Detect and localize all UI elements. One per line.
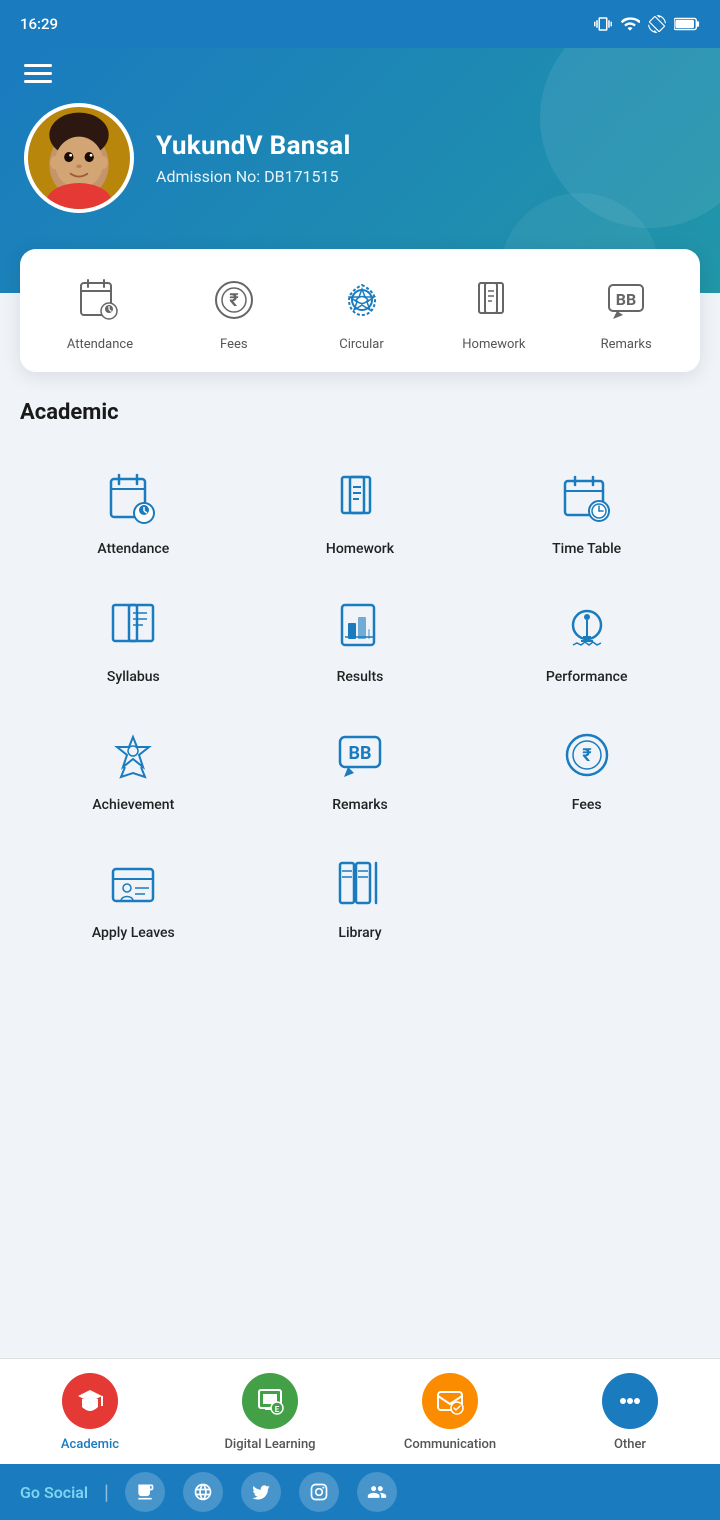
grid-empty	[473, 833, 700, 961]
menu-button[interactable]	[24, 64, 52, 83]
results-label: Results	[337, 669, 384, 685]
quick-remarks[interactable]: BB Remarks	[599, 273, 653, 352]
svg-text:BB: BB	[616, 290, 636, 309]
go-social-divider: |	[104, 1480, 109, 1504]
nav-academic[interactable]: Academic	[0, 1359, 180, 1464]
grid-fees[interactable]: ₹ Fees	[473, 705, 700, 833]
homework-icon	[330, 469, 390, 529]
timetable-label: Time Table	[552, 541, 621, 557]
syllabus-icon	[103, 597, 163, 657]
grid-performance[interactable]: Performance	[473, 577, 700, 705]
social-people-btn[interactable]	[357, 1472, 397, 1512]
library-label: Library	[338, 925, 381, 941]
profile-section: YukundV Bansal Admission No: DB171515	[24, 103, 696, 213]
go-social-bar: Go Social |	[0, 1464, 720, 1520]
achievement-icon	[103, 725, 163, 785]
quick-circular[interactable]: Circular	[335, 273, 389, 352]
vibrate-icon	[594, 15, 612, 33]
profile-info: YukundV Bansal Admission No: DB171515	[156, 131, 351, 186]
grid-syllabus[interactable]: Syllabus	[20, 577, 247, 705]
nav-digitallearning[interactable]: E Digital Learning	[180, 1359, 360, 1464]
quick-circular-label: Circular	[339, 337, 384, 352]
remarks-icon: BB	[330, 725, 390, 785]
status-bar: 16:29	[0, 0, 720, 48]
fees-icon: ₹	[557, 725, 617, 785]
nav-other-label: Other	[614, 1437, 646, 1452]
digitallearning-nav-icon: E	[242, 1373, 298, 1429]
grid-library[interactable]: Library	[247, 833, 474, 961]
grid-remarks[interactable]: BB Remarks	[247, 705, 474, 833]
attendance-quick-icon	[73, 273, 127, 327]
achievement-label: Achievement	[92, 797, 174, 813]
nav-communication-label: Communication	[404, 1437, 496, 1452]
nav-communication[interactable]: Communication	[360, 1359, 540, 1464]
social-globe-btn[interactable]	[183, 1472, 223, 1512]
fees-quick-icon: ₹	[207, 273, 261, 327]
circular-quick-icon	[335, 273, 389, 327]
social-icons	[125, 1472, 397, 1512]
nav-academic-label: Academic	[61, 1437, 119, 1452]
homework-quick-icon	[467, 273, 521, 327]
quick-remarks-label: Remarks	[601, 337, 652, 352]
attendance-label: Attendance	[97, 541, 169, 557]
social-instagram-btn[interactable]	[299, 1472, 339, 1512]
profile-admission: Admission No: DB171515	[156, 167, 351, 186]
quick-homework-label: Homework	[462, 337, 525, 352]
social-newspaper-btn[interactable]	[125, 1472, 165, 1512]
grid-attendance[interactable]: Attendance	[20, 449, 247, 577]
applyleaves-label: Apply Leaves	[92, 925, 175, 941]
syllabus-label: Syllabus	[107, 669, 160, 685]
svg-text:₹: ₹	[582, 745, 592, 766]
grid-applyleaves[interactable]: Apply Leaves	[20, 833, 247, 961]
nav-other[interactable]: Other	[540, 1359, 720, 1464]
quick-homework[interactable]: Homework	[462, 273, 525, 352]
screen-icon	[648, 15, 666, 33]
go-social-label: Go Social	[20, 1483, 88, 1502]
applyleaves-icon	[103, 853, 163, 913]
attendance-icon	[103, 469, 163, 529]
library-icon	[330, 853, 390, 913]
nav-digitallearning-label: Digital Learning	[224, 1437, 315, 1452]
grid-timetable[interactable]: Time Table	[473, 449, 700, 577]
svg-text:₹: ₹	[229, 290, 239, 311]
timetable-icon	[557, 469, 617, 529]
quick-attendance-label: Attendance	[67, 337, 133, 352]
svg-text:BB: BB	[348, 743, 371, 764]
other-nav-icon	[602, 1373, 658, 1429]
social-twitter-btn[interactable]	[241, 1472, 281, 1512]
quick-actions-card: Attendance ₹ Fees Circular	[20, 249, 700, 372]
battery-icon	[674, 17, 700, 31]
homework-label: Homework	[326, 541, 394, 557]
grid-homework[interactable]: Homework	[247, 449, 474, 577]
quick-fees-label: Fees	[220, 337, 248, 352]
quick-attendance[interactable]: Attendance	[67, 273, 133, 352]
grid-achievement[interactable]: Achievement	[20, 705, 247, 833]
communication-nav-icon	[422, 1373, 478, 1429]
section-title: Academic	[20, 400, 700, 425]
time: 16:29	[20, 15, 58, 33]
academic-grid: Attendance Homework	[20, 449, 700, 961]
performance-icon	[557, 597, 617, 657]
quick-fees[interactable]: ₹ Fees	[207, 273, 261, 352]
profile-name: YukundV Bansal	[156, 131, 351, 161]
status-icons	[594, 14, 700, 34]
remarks-quick-icon: BB	[599, 273, 653, 327]
fees-label: Fees	[572, 797, 602, 813]
wifi-icon	[620, 14, 640, 34]
academic-nav-icon	[62, 1373, 118, 1429]
main-content: Academic Attendance	[0, 372, 720, 981]
performance-label: Performance	[546, 669, 628, 685]
grid-results[interactable]: Results	[247, 577, 474, 705]
bottom-nav: Academic E Digital Learning Communicatio…	[0, 1358, 720, 1464]
remarks-label: Remarks	[332, 797, 388, 813]
results-icon	[330, 597, 390, 657]
svg-text:E: E	[275, 1405, 280, 1414]
avatar	[24, 103, 134, 213]
